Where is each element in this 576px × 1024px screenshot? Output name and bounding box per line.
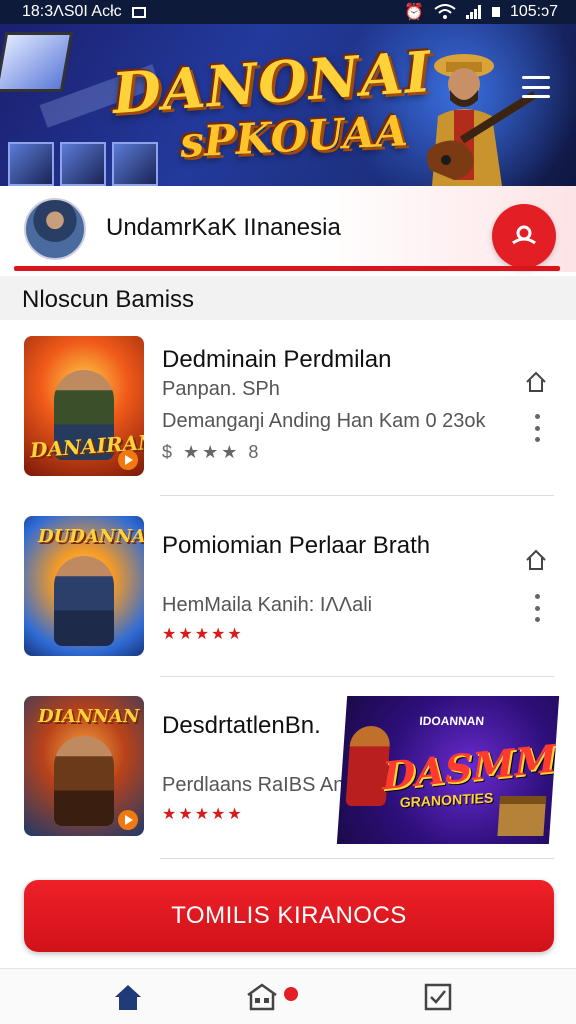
home-icon[interactable] bbox=[524, 548, 548, 572]
profile-header: UndamrKaK IInanesia bbox=[0, 186, 576, 272]
item-title: Pomiomian Perlaar Brath bbox=[162, 532, 431, 559]
guitarist-illustration bbox=[426, 54, 538, 186]
user-icon bbox=[512, 225, 536, 245]
wifi-icon bbox=[434, 4, 456, 19]
nav-store[interactable] bbox=[244, 979, 280, 1015]
hero-screens bbox=[8, 142, 158, 186]
banner-building bbox=[497, 796, 547, 836]
item-title: DesdrtatlenBn. bbox=[162, 712, 321, 739]
nav-tasks[interactable] bbox=[420, 979, 456, 1015]
star-rating: ★★★★★ bbox=[162, 806, 244, 823]
signal-icon bbox=[465, 5, 481, 19]
menu-icon[interactable] bbox=[522, 76, 550, 98]
item-description: Demangaŋi Anding Ηan Kam 0 23ok bbox=[162, 410, 486, 432]
home-icon bbox=[115, 985, 141, 1010]
thumbnail-figure bbox=[54, 736, 114, 826]
play-icon[interactable] bbox=[118, 810, 138, 830]
home-icon[interactable] bbox=[524, 370, 548, 394]
item-title: Dedminain Perdmilan bbox=[162, 346, 392, 373]
thumbnail-title: DUDANNAS bbox=[38, 526, 144, 547]
thumbnail-figure bbox=[54, 556, 114, 646]
divider bbox=[160, 858, 554, 859]
item-subtitle: Perdlaans RaIBS Anth bbox=[162, 774, 362, 796]
banner-title: DASMMIS bbox=[381, 730, 560, 799]
nav-home[interactable] bbox=[110, 979, 146, 1015]
status-time: 18:3ΛS0I Acłc bbox=[22, 3, 122, 20]
play-icon[interactable] bbox=[118, 450, 138, 470]
profile-name: UndamrKaK IInanesia bbox=[106, 214, 341, 241]
item-subtitle: HemMaila Kanih: IΛΛali bbox=[162, 594, 373, 616]
battery-icon bbox=[491, 7, 500, 17]
list-item[interactable]: DANAIRAN Dedminain Perdmilan Panpan. SPh… bbox=[0, 320, 576, 490]
star-rating: ★★★★★ bbox=[162, 626, 244, 643]
notification-badge bbox=[284, 987, 298, 1001]
mail-icon bbox=[131, 6, 146, 18]
status-right: ⏰ 105:ɔ7 bbox=[404, 2, 558, 22]
avatar[interactable] bbox=[24, 198, 86, 260]
primary-cta-button[interactable]: TOMILIS KIRANOCS bbox=[24, 880, 554, 952]
bottom-nav bbox=[0, 968, 576, 1024]
more-options-icon[interactable] bbox=[534, 594, 540, 622]
status-clock: 105:ɔ7 bbox=[509, 3, 558, 20]
profile-underline bbox=[14, 266, 560, 271]
status-left: 18:3ΛS0I Acłc bbox=[22, 3, 146, 21]
checkbox-icon bbox=[424, 983, 452, 1011]
game-thumbnail[interactable]: DUDANNAS bbox=[24, 516, 144, 656]
thumbnail-title: DIANNAN bbox=[38, 706, 140, 727]
spotlight-icon bbox=[0, 32, 74, 92]
game-thumbnail[interactable]: DIANNAN bbox=[24, 696, 144, 836]
banner-subtitle: GRANONTIES bbox=[399, 789, 494, 811]
more-options-icon[interactable] bbox=[534, 414, 540, 442]
section-title: Nloscun Bamiss bbox=[22, 286, 195, 313]
divider bbox=[160, 676, 554, 677]
status-bar: 18:3ΛS0I Acłc ⏰ 105:ɔ7 bbox=[0, 0, 576, 24]
store-icon bbox=[247, 983, 277, 1011]
game-thumbnail[interactable]: DANAIRAN bbox=[24, 336, 144, 476]
section-header: Nloscun Bamiss bbox=[0, 276, 576, 320]
hero-banner: DANONAI sPKOUAA bbox=[0, 24, 576, 186]
item-subtitle: Panpan. SPh bbox=[162, 378, 280, 400]
user-button[interactable] bbox=[492, 204, 556, 268]
alarm-icon: ⏰ bbox=[404, 4, 424, 21]
banner-top-text: IDOANNAN bbox=[418, 714, 485, 728]
divider bbox=[160, 495, 554, 496]
list-item[interactable]: DUDANNAS Pomiomian Perlaar Brath HemMail… bbox=[0, 500, 576, 670]
promo-banner[interactable]: IDOANNAN DASMMIS GRANONTIES bbox=[336, 696, 560, 844]
item-rating: $ ★★★ 8 bbox=[162, 442, 262, 462]
